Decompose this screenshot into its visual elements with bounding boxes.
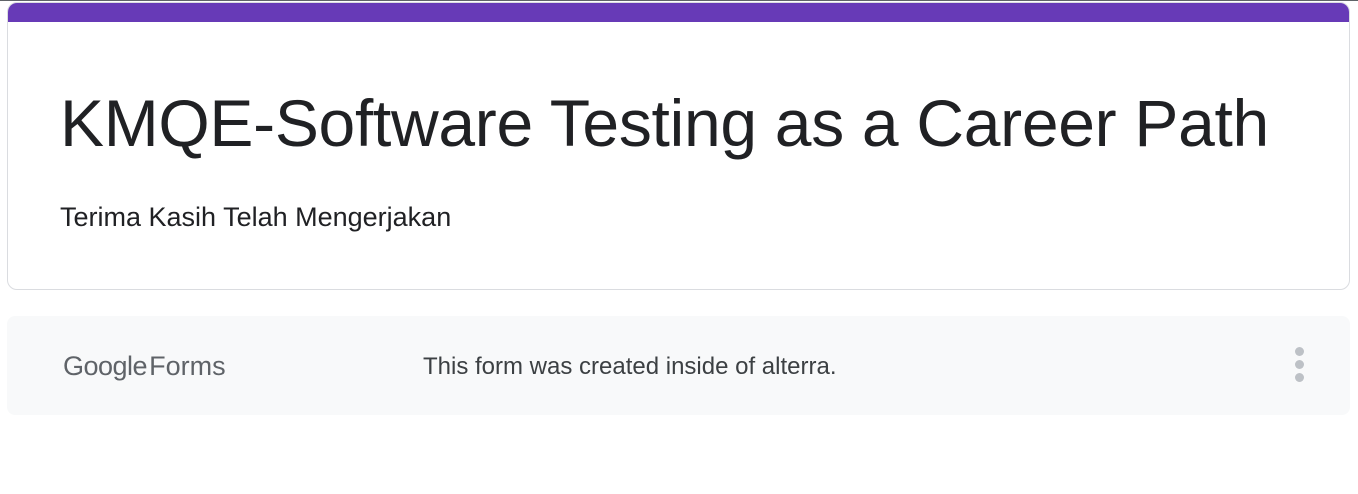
more-options-button[interactable] <box>1283 340 1315 388</box>
brand-google-wordmark: Google <box>63 351 148 381</box>
theme-accent-bar <box>8 3 1349 22</box>
more-vert-icon-dot <box>1294 359 1304 369</box>
top-divider <box>0 0 1358 1</box>
brand-product-wordmark: Forms <box>149 351 226 381</box>
form-title: KMQE-Software Testing as a Career Path <box>60 86 1269 160</box>
footer-note: This form was created inside of alterra. <box>423 353 837 380</box>
more-vert-icon <box>1294 346 1304 356</box>
footer: Google Forms This form was created insid… <box>7 316 1350 415</box>
form-header-card: KMQE-Software Testing as a Career Path T… <box>7 2 1350 290</box>
more-vert-icon-dot <box>1294 372 1304 382</box>
google-forms-logo[interactable]: Google Forms <box>63 351 226 381</box>
confirmation-message: Terima Kasih Telah Mengerjakan <box>60 202 452 232</box>
